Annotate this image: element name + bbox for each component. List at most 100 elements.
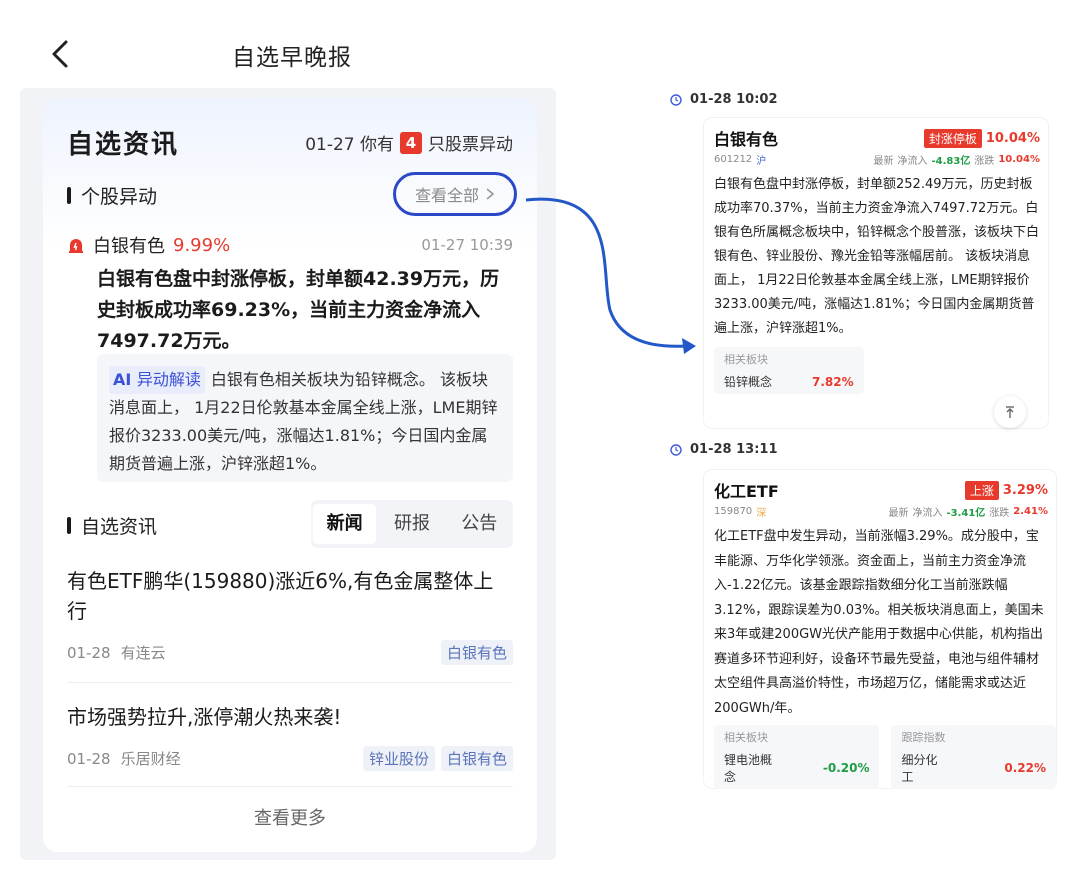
- summary-suffix: 只股票异动: [428, 135, 513, 155]
- top-bar: 自选早晚报: [0, 0, 560, 100]
- tab-announcement[interactable]: 公告: [448, 504, 511, 544]
- sector-pct: -0.20%: [822, 761, 870, 775]
- clock-icon: [670, 93, 682, 106]
- tracking-index-row: 细分化工 0.22%: [901, 751, 1046, 785]
- divider: [67, 786, 513, 787]
- chevron-left-icon[interactable]: [44, 36, 80, 72]
- tab-research[interactable]: 研报: [380, 504, 443, 544]
- scroll-top-button[interactable]: [994, 396, 1026, 428]
- ai-analysis-tag: AI 异动解读: [109, 366, 205, 394]
- detail-status: 上涨 3.29%: [964, 480, 1048, 500]
- change-label: 涨跌: [974, 156, 995, 167]
- market-mark: 深: [756, 508, 767, 519]
- news-meta: 01-28 有连云 白银有色: [67, 640, 513, 665]
- stock-detail-card-1: 白银有色 封涨停板 10.04% 601212 沪 最新 净流入 -4.83亿 …: [704, 118, 1048, 428]
- view-all-button[interactable]: 查看全部: [393, 172, 517, 216]
- news-title[interactable]: 市场强势拉升,涨停潮火热来袭!: [67, 702, 513, 732]
- market-mark: 沪: [756, 156, 767, 167]
- ai-icon: AI: [113, 370, 137, 389]
- tracking-index-box[interactable]: 跟踪指数 细分化工 0.22%: [891, 725, 1056, 789]
- stock-alert-headline[interactable]: 白银有色盘中封涨停板，封单额42.39万元，历史封板成功率69.23%，当前主力…: [97, 264, 517, 357]
- timeline-entry-1: 01-28 10:02: [670, 92, 1060, 107]
- inflow-value: -4.83亿: [931, 156, 971, 167]
- detail-body: 白银有色盘中封涨停板，封单额252.49万元，历史封板成功率70.37%，当前主…: [714, 177, 1040, 336]
- section-label: 自选资讯: [81, 516, 158, 538]
- news-tags: 锌业股份 白银有色: [362, 746, 513, 771]
- change-label: 涨跌: [989, 508, 1010, 519]
- detail-stock-name[interactable]: 化工ETF: [714, 478, 779, 502]
- ai-tag-label: 异动解读: [136, 370, 201, 389]
- section-bar: [67, 517, 71, 534]
- news-meta: 01-28 乐居财经 锌业股份 白银有色: [67, 746, 513, 771]
- stock-change-pct: 9.99%: [173, 234, 231, 256]
- view-all-label: 查看全部: [414, 186, 479, 205]
- news-stock-tag[interactable]: 白银有色: [440, 640, 513, 665]
- status-badge: 上涨: [964, 480, 999, 500]
- detail-pct: 10.04%: [985, 130, 1040, 146]
- related-boxes: 相关板块 锂电池概念 -0.20% 跟踪指数 细分化工 0.22%: [704, 721, 1056, 789]
- tracking-index-label: 跟踪指数: [901, 731, 946, 744]
- detail-status: 封涨停板 10.04%: [923, 128, 1040, 148]
- related-sector-wrap: 相关板块 铅锌概念 7.82%: [704, 341, 1048, 394]
- summary-prefix: 01-27 你有: [305, 135, 394, 155]
- news-stock-tag[interactable]: 白银有色: [440, 746, 513, 771]
- section-header-news: 自选资讯: [67, 512, 157, 539]
- card-summary: 01-27 你有 4 只股票异动: [305, 130, 513, 155]
- timeline-time: 01-28 10:02: [670, 92, 1060, 107]
- detail-stock-name[interactable]: 白银有色: [714, 126, 778, 150]
- sector-name: 锂电池概念: [724, 753, 773, 784]
- stock-detail-card-2: 化工ETF 上涨 3.29% 159870 深 最新 净流入 -3.41亿 涨跌…: [704, 470, 1056, 789]
- inflow-value: -3.41亿: [946, 508, 986, 519]
- detail-pct: 3.29%: [1002, 482, 1048, 498]
- inflow-label: 净流入: [897, 156, 928, 167]
- stock-code: 159870: [714, 506, 753, 517]
- status-badge: 封涨停板: [923, 128, 982, 148]
- stock-alert-row[interactable]: 白银有色 9.99% 01-27 10:39: [67, 232, 513, 258]
- related-sector-label: 相关板块: [724, 731, 768, 744]
- timeline-time-text: 01-28 10:02: [690, 92, 778, 107]
- index-pct: 0.22%: [1004, 761, 1046, 775]
- related-sector-box[interactable]: 相关板块 锂电池概念 -0.20%: [714, 725, 880, 789]
- clock-icon: [670, 443, 682, 456]
- related-sector-box[interactable]: 相关板块 铅锌概念 7.82%: [714, 347, 864, 394]
- stock-name: 白银有色: [93, 236, 165, 257]
- callout-arrow: [525, 197, 696, 354]
- related-sector-row: 铅锌概念 7.82%: [724, 373, 854, 390]
- news-source: 有连云: [120, 644, 166, 662]
- tab-news[interactable]: 新闻: [313, 504, 377, 544]
- timeline-time: 01-28 13:11: [670, 442, 1060, 457]
- card-title: 自选资讯: [67, 130, 180, 160]
- news-tabs: 新闻 研报 公告: [311, 500, 513, 548]
- detail-header: 白银有色 封涨停板 10.04%: [704, 118, 1048, 150]
- divider: [67, 682, 513, 683]
- watchlist-card: 自选资讯 01-27 你有 4 只股票异动 个股异动 查看全部 白银有色 9.9…: [43, 98, 537, 852]
- view-more-button[interactable]: 查看更多: [43, 804, 537, 830]
- index-name: 细分化工: [901, 753, 938, 784]
- related-sector-row: 锂电池概念 -0.20%: [724, 751, 869, 785]
- inflow-label: 净流入: [912, 508, 943, 519]
- detail-subline: 601212 沪 最新 净流入 -4.83亿 涨跌 10.04%: [704, 150, 1048, 167]
- latest-label: 最新: [888, 508, 909, 519]
- change-value: 2.41%: [1013, 506, 1048, 517]
- sector-pct: 7.82%: [812, 374, 854, 389]
- alarm-icon: [69, 239, 83, 253]
- page-title: 自选早晚报: [232, 45, 352, 71]
- chevron-right-icon: [486, 188, 495, 200]
- related-sector-label: 相关板块: [724, 353, 768, 366]
- latest-label: 最新: [873, 156, 894, 167]
- news-title[interactable]: 有色ETF鹏华(159880)涨近6%,有色金属整体上行: [67, 566, 513, 626]
- news-item[interactable]: 市场强势拉升,涨停潮火热来袭! 01-28 乐居财经 锌业股份 白银有色: [67, 702, 513, 771]
- news-tags: 白银有色: [440, 640, 513, 665]
- change-value: 10.04%: [998, 154, 1040, 165]
- section-label: 个股异动: [81, 186, 158, 208]
- news-stock-tag[interactable]: 锌业股份: [362, 746, 435, 771]
- detail-subline: 159870 深 最新 净流入 -3.41亿 涨跌 2.41%: [704, 502, 1056, 519]
- section-bar: [67, 187, 71, 204]
- section-header-movers: 个股异动: [67, 182, 157, 209]
- arrow-up-icon: [1006, 406, 1014, 418]
- detail-header: 化工ETF 上涨 3.29%: [704, 470, 1056, 502]
- news-date: 01-28: [67, 749, 111, 768]
- news-item[interactable]: 有色ETF鹏华(159880)涨近6%,有色金属整体上行 01-28 有连云 白…: [67, 566, 513, 665]
- news-date: 01-28: [67, 643, 111, 662]
- ai-analysis-box: AI 异动解读 白银有色相关板块为铅锌概念。 该板块消息面上， 1月22日伦敦基本…: [97, 354, 513, 482]
